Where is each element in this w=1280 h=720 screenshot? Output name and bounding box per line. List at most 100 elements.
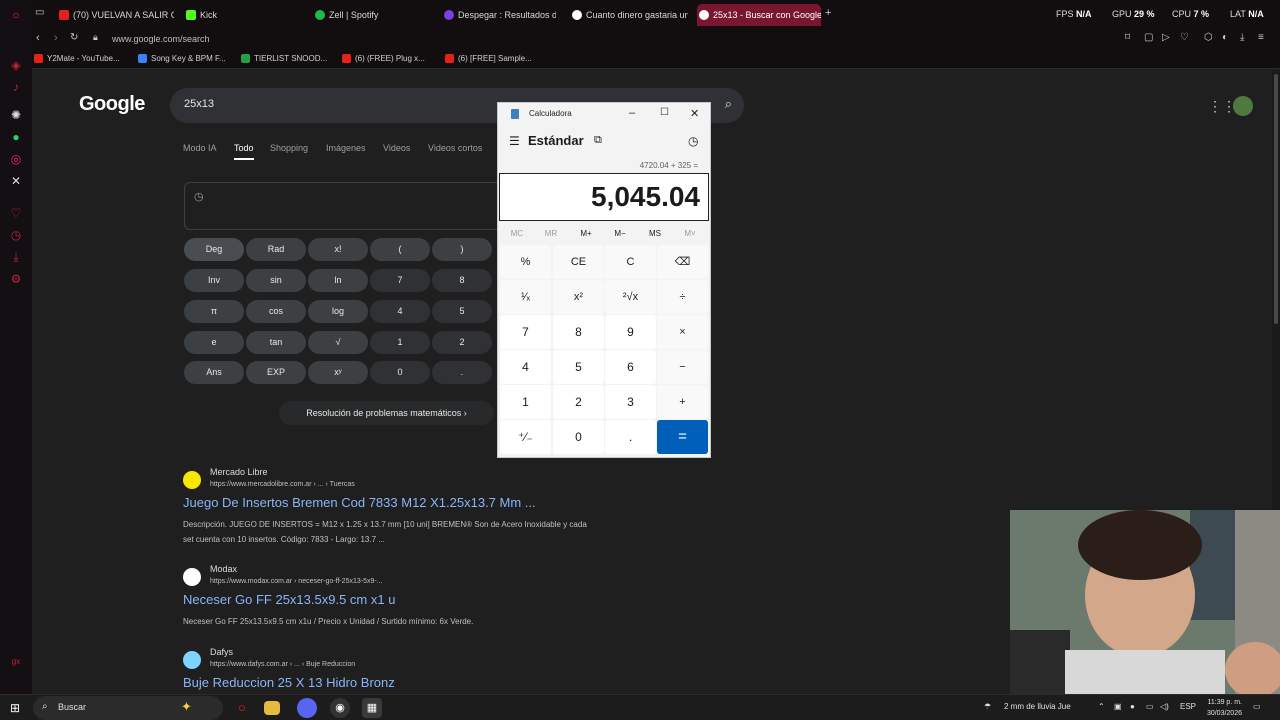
gx-icon[interactable]: gx [9,655,23,669]
url-field[interactable]: www.google.com/search [112,31,210,47]
gcalc-key-factorial[interactable]: x! [308,238,368,261]
tab-todo[interactable]: Todo [234,143,254,153]
opera-gx-taskbar-icon[interactable]: ○ [232,698,252,718]
gcalc-key-sqrt[interactable]: √ [308,331,368,354]
percent-button[interactable]: % [500,245,551,279]
tab-youtube[interactable]: (70) VUELVAN A SALIR CA [57,4,174,26]
opera-logo-icon[interactable]: ○ [9,8,23,22]
download-icon[interactable]: ⤓ [1240,32,1244,43]
clear-button[interactable]: C [605,245,656,279]
notifications-icon[interactable]: ▭ [1253,702,1261,711]
tab-videos[interactable]: Videos [383,143,410,153]
settings-gear-icon[interactable]: ⚙ [9,272,23,286]
x-twitter-icon[interactable]: ✕ [9,174,23,188]
obs-icon[interactable]: ◉ [330,698,350,718]
result-title-link[interactable]: Buje Reduccion 25 X 13 Hidro Bronz [183,675,395,690]
reciprocal-button[interactable]: ¹⁄ₓ [500,280,551,314]
gcalc-key-5[interactable]: 5 [432,300,492,323]
volume-icon[interactable]: ◁) [1160,702,1169,711]
downloads-icon[interactable]: ⤓ [9,250,23,264]
minimize-button[interactable]: – [629,107,635,119]
square-button[interactable]: x² [553,280,604,314]
gcalc-key-dot[interactable]: . [432,361,492,384]
history-icon[interactable]: ◷ [9,228,23,242]
tab-videos-cortos[interactable]: Videos cortos [428,143,482,153]
result-title-link[interactable]: Juego De Insertos Bremen Cod 7833 M12 X1… [183,495,536,510]
gcalc-key-deg[interactable]: Deg [184,238,244,261]
tab-modo-ia[interactable]: Modo IA [183,143,217,153]
clock[interactable]: 11:39 p. m. 30/03/2026 [1200,697,1242,719]
gcalc-key-e[interactable]: e [184,331,244,354]
negate-button[interactable]: ⁺⁄₋ [500,420,551,454]
gcalc-key-inv[interactable]: Inv [184,269,244,292]
heart-icon[interactable]: ♡ [1180,32,1189,43]
memory-store-button[interactable]: MS [638,229,672,238]
tab-google-25x13[interactable]: 25x13 - Buscar con Google [697,4,821,26]
tray-chevron-icon[interactable]: ⌃ [1098,702,1105,711]
gcalc-key-pi[interactable]: π [184,300,244,323]
instagram-icon[interactable]: ◎ [9,152,23,166]
sidebar-music-icon[interactable]: ♪ [9,80,23,94]
whatsapp-icon[interactable]: ● [9,130,23,144]
maximize-button[interactable]: ☐ [660,107,669,118]
result-title-link[interactable]: Neceser Go FF 25x13.5x9.5 cm x1 u [183,592,395,607]
memory-add-button[interactable]: M+ [569,229,603,238]
windows-start-icon[interactable]: ⊞ [10,701,20,715]
reload-icon[interactable]: ↻ [70,32,78,43]
profile-icon[interactable]: ◐ [1222,32,1228,43]
tab-kick[interactable]: Kick [184,4,294,26]
new-tab-plus-icon[interactable]: + [825,7,831,19]
bookmark-songkey[interactable]: Song Key & BPM F... [138,52,226,66]
gcalc-key-exp[interactable]: EXP [246,361,306,384]
file-explorer-icon[interactable] [264,701,280,715]
chatgpt-icon[interactable]: ✺ [9,108,23,122]
close-button[interactable]: ✕ [690,107,699,120]
gcalc-key-cos[interactable]: cos [246,300,306,323]
memory-recall-button[interactable]: MR [534,229,568,238]
digit-5-button[interactable]: 5 [553,350,604,384]
result-url[interactable]: https://www.mercadolibre.com.ar › ... › … [210,481,355,488]
gcalc-key-ans[interactable]: Ans [184,361,244,384]
snapshot-icon[interactable]: ▢ [1144,32,1153,43]
player-icon[interactable]: ▷ [1162,32,1170,43]
memory-subtract-button[interactable]: M− [603,229,637,238]
backspace-button[interactable]: ⌫ [657,245,708,279]
digit-1-button[interactable]: 1 [500,385,551,419]
favorites-heart-icon[interactable]: ♡ [9,206,23,220]
clear-entry-button[interactable]: CE [553,245,604,279]
multiply-button[interactable]: × [657,315,708,349]
bookmark-sample[interactable]: (6) [FREE] Sample... [445,52,532,66]
digit-2-button[interactable]: 2 [553,385,604,419]
gcalc-key-7[interactable]: 7 [370,269,430,292]
tray-app-icon[interactable]: ▣ [1114,702,1122,711]
weather-icon[interactable]: ☂ [984,702,991,711]
tab-spotify[interactable]: Zell | Spotify [313,4,428,26]
gcalc-key-tan[interactable]: tan [246,331,306,354]
gcalc-key-ln[interactable]: ln [308,269,368,292]
tab-imagenes[interactable]: Imágenes [326,143,366,153]
tab-despegar[interactable]: Despegar : Resultados de [442,4,556,26]
tab-shopping[interactable]: Shopping [270,143,308,153]
gcalc-key-sin[interactable]: sin [246,269,306,292]
add-button[interactable]: + [657,385,708,419]
forward-icon[interactable]: › [54,32,58,44]
avatar[interactable] [1233,96,1253,116]
memory-clear-button[interactable]: MC [500,229,534,238]
gcalc-key-rad[interactable]: Rad [246,238,306,261]
gcalc-key-1[interactable]: 1 [370,331,430,354]
digit-9-button[interactable]: 9 [605,315,656,349]
square-root-button[interactable]: ²√x [605,280,656,314]
digit-6-button[interactable]: 6 [605,350,656,384]
extensions-icon[interactable]: ⬡ [1204,32,1213,43]
equals-button[interactable]: = [657,420,708,454]
digit-3-button[interactable]: 3 [605,385,656,419]
network-icon[interactable]: ▭ [1146,702,1154,711]
bookmark-plug[interactable]: (6) (FREE) Plug x... [342,52,425,66]
gcalc-key-log[interactable]: log [308,300,368,323]
microphone-icon[interactable]: ● [1130,702,1135,711]
bookmark-icon[interactable]: ⌑ [1125,32,1130,43]
digit-8-button[interactable]: 8 [553,315,604,349]
search-input[interactable]: 25x13 [184,98,214,110]
sidebar-aria-icon[interactable]: ◈ [9,58,23,72]
history-icon[interactable]: ◷ [688,134,698,148]
